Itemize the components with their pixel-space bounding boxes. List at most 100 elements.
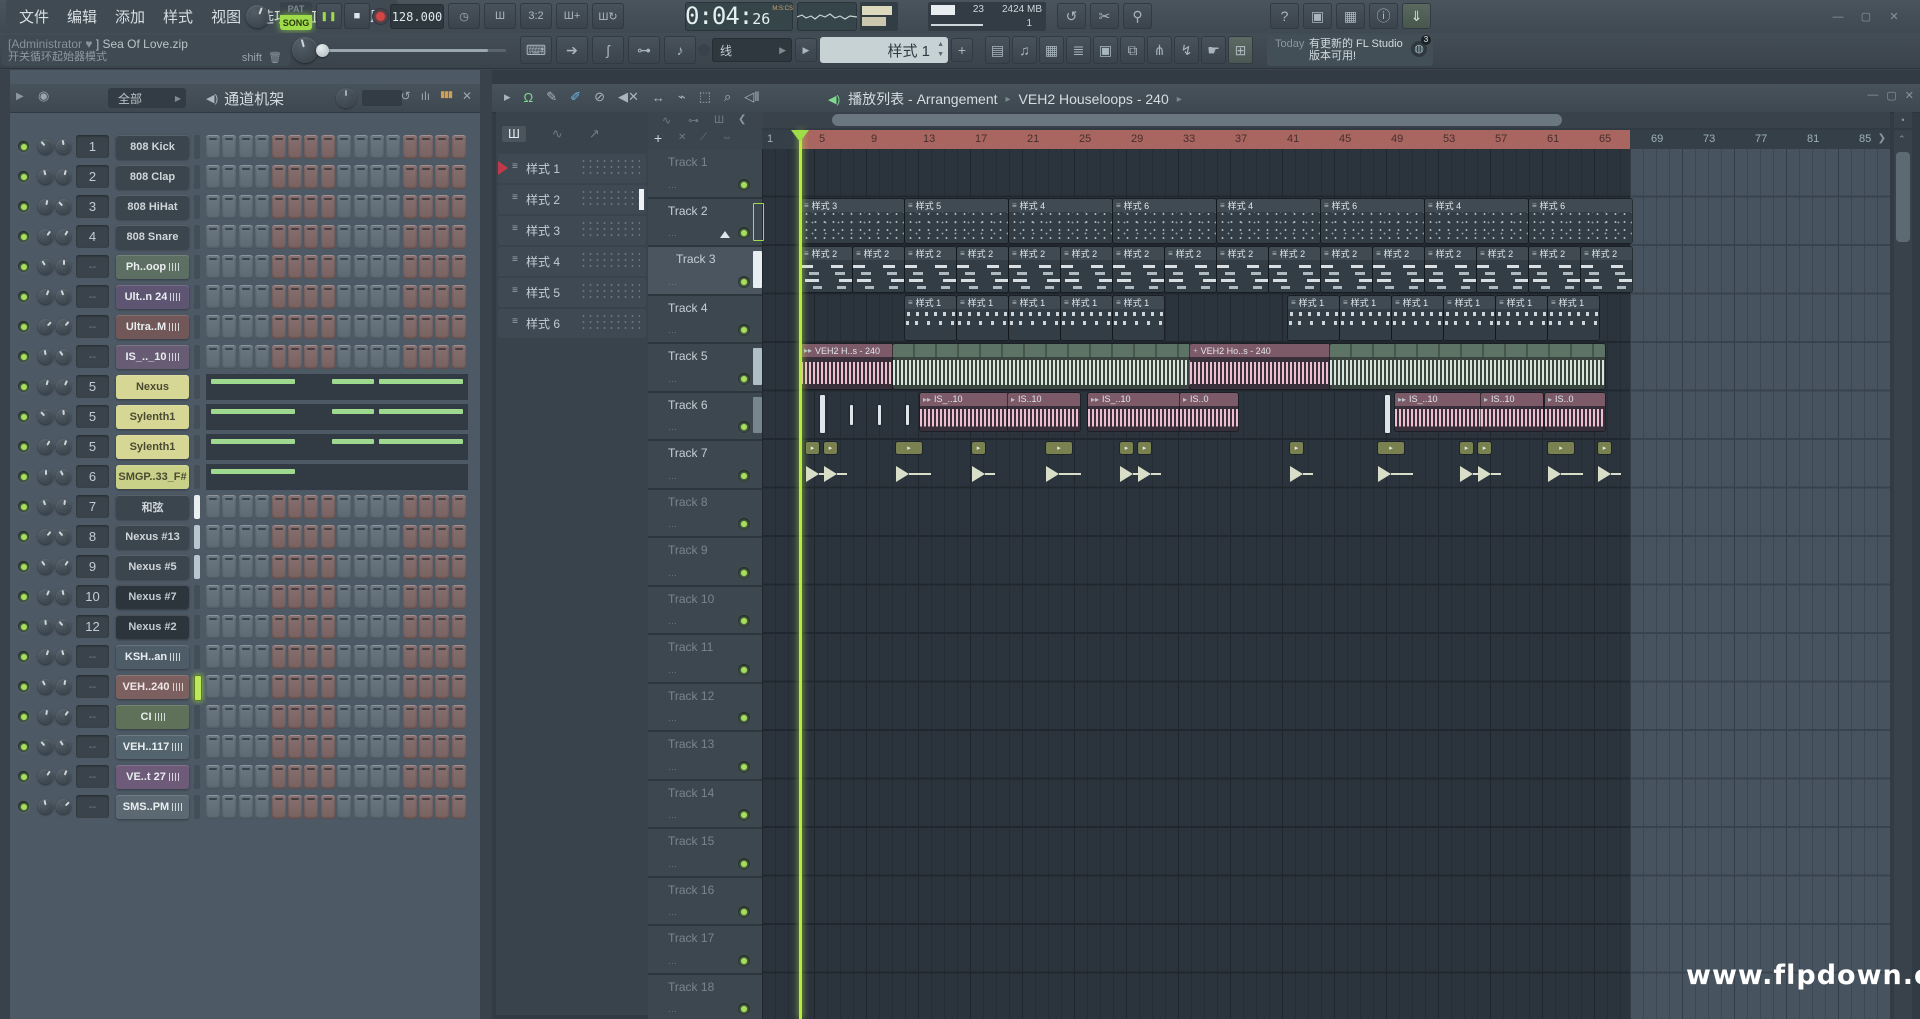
channel-select-indicator[interactable] [194,795,200,819]
step-cell[interactable] [239,525,253,549]
plugin-icon[interactable]: ⋔ [1147,36,1172,64]
step-cell[interactable] [304,675,318,699]
track-header-3[interactable]: Track 3⋯ [648,247,762,296]
step-cell[interactable] [239,585,253,609]
step-cell[interactable] [370,795,384,819]
channel-volume-knob[interactable] [56,769,71,784]
step-cell[interactable] [452,165,466,189]
snap-selector[interactable]: 线 ▶ [712,38,792,62]
step-cell[interactable] [255,165,269,189]
channel-button-Nexus #7[interactable]: Nexus #7 [116,585,189,609]
step-cell[interactable] [255,345,269,369]
channel-pan-knob[interactable] [38,499,53,514]
channel-button-IS_.._10[interactable]: IS_.._10 [116,345,189,369]
blend-notes-icon[interactable] [698,44,710,56]
playhead-marker[interactable] [791,130,809,142]
step-cell[interactable] [222,645,236,669]
step-cell[interactable] [222,585,236,609]
step-cell[interactable] [321,495,335,519]
mini-clip-header[interactable]: ▸ [1478,442,1491,454]
track-tool-icon[interactable]: ⇔ [722,132,732,143]
step-cell[interactable] [206,765,220,789]
step-cell[interactable] [272,675,286,699]
channel-select-indicator[interactable] [194,705,200,729]
step-cell[interactable] [304,705,318,729]
track-mute-led[interactable] [738,809,750,821]
step-cell[interactable] [206,795,220,819]
step-cell[interactable] [435,645,449,669]
channel-select-indicator[interactable] [194,345,200,369]
step-cell[interactable] [386,225,400,249]
step-cell[interactable] [304,225,318,249]
track-options-icon[interactable]: ⋯ [668,1006,677,1017]
step-cell[interactable] [304,165,318,189]
step-cell[interactable] [321,585,335,609]
track-mute-led[interactable] [738,373,750,385]
track-header-18[interactable]: Track 18⋯ [648,975,762,1019]
step-cell[interactable] [206,615,220,639]
step-cell[interactable] [272,165,286,189]
step-cell[interactable] [452,495,466,519]
channel-volume-knob[interactable] [56,259,71,274]
channel-mute-led[interactable] [18,711,29,722]
slice-icon[interactable]: ⌁ [678,89,686,105]
step-cell[interactable] [435,135,449,159]
channel-pan-knob[interactable] [38,559,53,574]
channel-pan-knob[interactable] [38,679,53,694]
step-cell[interactable] [354,555,368,579]
step-cell[interactable] [304,735,318,759]
pattern-clip[interactable]: ≡样式 2 [801,247,852,292]
channel-number[interactable]: 3 [76,195,109,218]
step-cell[interactable] [239,135,253,159]
step-cell[interactable] [288,555,302,579]
step-cell[interactable] [435,795,449,819]
step-cell[interactable] [288,525,302,549]
channel-button-Nexus #2[interactable]: Nexus #2 [116,615,189,639]
channel-number[interactable]: 6 [76,465,109,488]
step-cell[interactable] [255,675,269,699]
track-options-icon[interactable]: ⋯ [668,182,677,193]
channel-number[interactable]: -- [76,255,109,278]
shuffle-knob[interactable] [246,5,269,28]
pattern-clip[interactable]: ≡样式 1 [905,296,956,341]
pattern-clip[interactable]: ≡样式 5 [905,199,1008,244]
playlist-restore-button[interactable]: ▢ [1886,89,1896,102]
pattern-clip[interactable]: ≡样式 6 [1529,199,1632,244]
track-options-icon[interactable]: ⋯ [668,812,677,823]
step-cell[interactable] [304,615,318,639]
audio-sliver-clip[interactable] [1385,395,1390,433]
step-cell[interactable] [354,135,368,159]
link-icon[interactable]: ⊶ [628,36,660,64]
channel-number[interactable]: 7 [76,495,109,518]
step-cell[interactable] [255,315,269,339]
step-cell[interactable] [419,135,433,159]
channel-volume-knob[interactable] [56,349,71,364]
channel-mute-led[interactable] [18,321,29,332]
pattern-clip[interactable]: ≡样式 4 [1425,199,1528,244]
step-cell[interactable] [386,195,400,219]
step-cell[interactable] [419,765,433,789]
step-cell[interactable] [370,585,384,609]
step-cell[interactable] [239,165,253,189]
channel-button-VEH..117[interactable]: VEH..117 [116,735,189,759]
channel-preview[interactable] [206,464,468,490]
step-cell[interactable] [354,345,368,369]
channel-preview[interactable] [206,434,468,460]
multilink-icon[interactable]: ʃ [592,36,624,64]
select-icon[interactable]: ⬚ [699,89,711,105]
mini-clip-header[interactable]: ▸ [1378,442,1404,454]
channel-pan-knob[interactable] [38,199,53,214]
step-cell[interactable] [386,705,400,729]
audio-clip-small[interactable]: ▸IS..10 [1481,393,1543,431]
track-header-6[interactable]: Track 6⋯ [648,393,762,442]
step-cell[interactable] [272,255,286,279]
step-cell[interactable] [222,555,236,579]
step-cell[interactable] [239,555,253,579]
audio-clip[interactable] [1330,344,1605,389]
channel-volume-knob[interactable] [56,439,71,454]
playback-icon[interactable]: ◁‖ [744,89,759,105]
scroll-options-button[interactable]: • [1894,112,1912,128]
channel-button-Nexus #13[interactable]: Nexus #13 [116,525,189,549]
add-track-button[interactable]: + [654,130,662,146]
track-options-icon[interactable]: ⋯ [668,424,677,435]
